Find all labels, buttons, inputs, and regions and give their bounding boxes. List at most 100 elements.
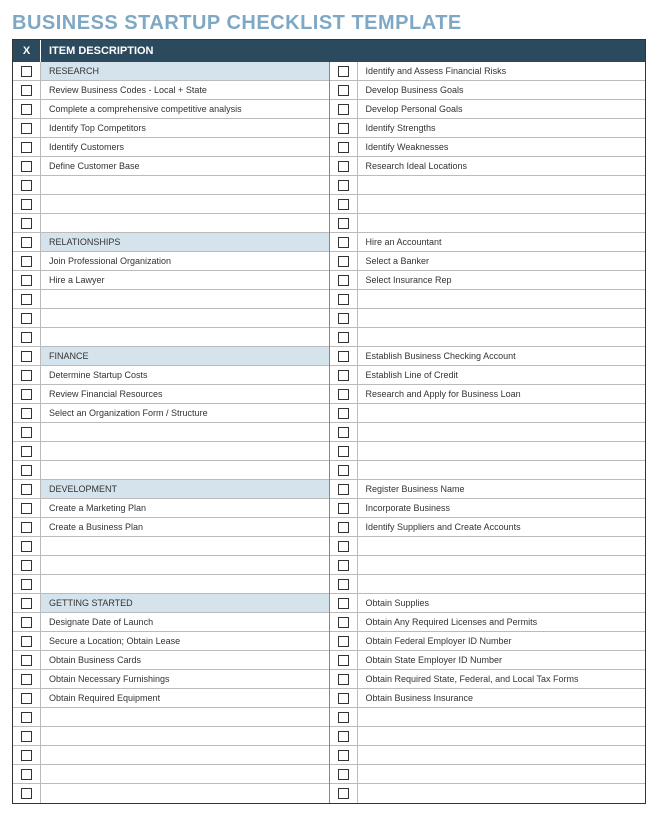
item-label [358, 214, 646, 232]
checkbox[interactable] [338, 427, 349, 438]
checkbox[interactable] [338, 85, 349, 96]
checkbox[interactable] [21, 560, 32, 571]
checkbox[interactable] [21, 256, 32, 267]
checkbox[interactable] [338, 750, 349, 761]
checkbox[interactable] [21, 332, 32, 343]
item-label [358, 195, 646, 213]
checkbox[interactable] [338, 522, 349, 533]
checkbox[interactable] [21, 313, 32, 324]
checkbox[interactable] [338, 465, 349, 476]
checkbox[interactable] [21, 427, 32, 438]
checkbox[interactable] [338, 275, 349, 286]
checkbox[interactable] [338, 446, 349, 457]
checkbox[interactable] [21, 180, 32, 191]
checkbox[interactable] [338, 560, 349, 571]
checkbox[interactable] [21, 788, 32, 799]
checkbox[interactable] [338, 731, 349, 742]
checkbox[interactable] [21, 275, 32, 286]
item-label [41, 537, 329, 555]
checkbox[interactable] [338, 313, 349, 324]
table-row [13, 176, 329, 195]
checkbox[interactable] [21, 712, 32, 723]
item-label: Select Insurance Rep [358, 271, 646, 289]
checkbox[interactable] [21, 579, 32, 590]
checkbox[interactable] [338, 66, 349, 77]
checkbox[interactable] [21, 104, 32, 115]
checkbox[interactable] [338, 389, 349, 400]
item-label: Create a Marketing Plan [41, 499, 329, 517]
item-label [358, 404, 646, 422]
checkbox[interactable] [21, 484, 32, 495]
checkbox[interactable] [21, 541, 32, 552]
checkbox[interactable] [338, 655, 349, 666]
checkbox[interactable] [338, 142, 349, 153]
checkbox[interactable] [338, 123, 349, 134]
checkbox[interactable] [338, 769, 349, 780]
checkbox[interactable] [21, 693, 32, 704]
checkbox[interactable] [21, 66, 32, 77]
checkbox-cell [13, 765, 41, 783]
checkbox[interactable] [21, 598, 32, 609]
checkbox[interactable] [338, 104, 349, 115]
checkbox[interactable] [338, 256, 349, 267]
checkbox[interactable] [21, 237, 32, 248]
checkbox[interactable] [338, 294, 349, 305]
checkbox[interactable] [21, 446, 32, 457]
item-label: Select a Banker [358, 252, 646, 270]
checkbox-cell [330, 423, 358, 441]
checkbox[interactable] [21, 85, 32, 96]
checkbox[interactable] [21, 674, 32, 685]
checkbox[interactable] [338, 541, 349, 552]
checkbox[interactable] [338, 598, 349, 609]
checkbox[interactable] [338, 332, 349, 343]
checkbox[interactable] [21, 731, 32, 742]
checkbox[interactable] [21, 750, 32, 761]
checkbox[interactable] [338, 503, 349, 514]
checkbox[interactable] [21, 636, 32, 647]
table-row [13, 727, 329, 746]
checkbox[interactable] [21, 142, 32, 153]
checkbox[interactable] [338, 617, 349, 628]
checkbox-cell [330, 518, 358, 536]
checkbox[interactable] [338, 408, 349, 419]
checkbox[interactable] [21, 617, 32, 628]
checkbox[interactable] [338, 199, 349, 210]
table-row: Incorporate Business [330, 499, 646, 518]
checkbox[interactable] [338, 180, 349, 191]
checkbox[interactable] [21, 503, 32, 514]
checkbox[interactable] [338, 161, 349, 172]
item-label: Hire an Accountant [358, 233, 646, 251]
checkbox[interactable] [21, 769, 32, 780]
checkbox[interactable] [21, 389, 32, 400]
table-row [330, 176, 646, 195]
checkbox[interactable] [338, 693, 349, 704]
checkbox[interactable] [21, 161, 32, 172]
checkbox[interactable] [338, 237, 349, 248]
item-label [358, 575, 646, 593]
checkbox[interactable] [338, 674, 349, 685]
checkbox[interactable] [21, 408, 32, 419]
checkbox-cell [330, 347, 358, 365]
table-row [13, 784, 329, 803]
checkbox[interactable] [338, 218, 349, 229]
checkbox[interactable] [338, 636, 349, 647]
checkbox[interactable] [21, 655, 32, 666]
checkbox[interactable] [21, 465, 32, 476]
table-row: Hire a Lawyer [13, 271, 329, 290]
checkbox[interactable] [338, 579, 349, 590]
checkbox[interactable] [21, 199, 32, 210]
checkbox[interactable] [338, 351, 349, 362]
table-row [13, 328, 329, 347]
checkbox[interactable] [21, 351, 32, 362]
checkbox[interactable] [21, 123, 32, 134]
checkbox[interactable] [338, 788, 349, 799]
checkbox-cell [13, 100, 41, 118]
checkbox[interactable] [21, 218, 32, 229]
checkbox[interactable] [21, 294, 32, 305]
checkbox[interactable] [338, 370, 349, 381]
checkbox[interactable] [338, 712, 349, 723]
table-row: Select Insurance Rep [330, 271, 646, 290]
checkbox[interactable] [21, 370, 32, 381]
checkbox[interactable] [21, 522, 32, 533]
checkbox[interactable] [338, 484, 349, 495]
